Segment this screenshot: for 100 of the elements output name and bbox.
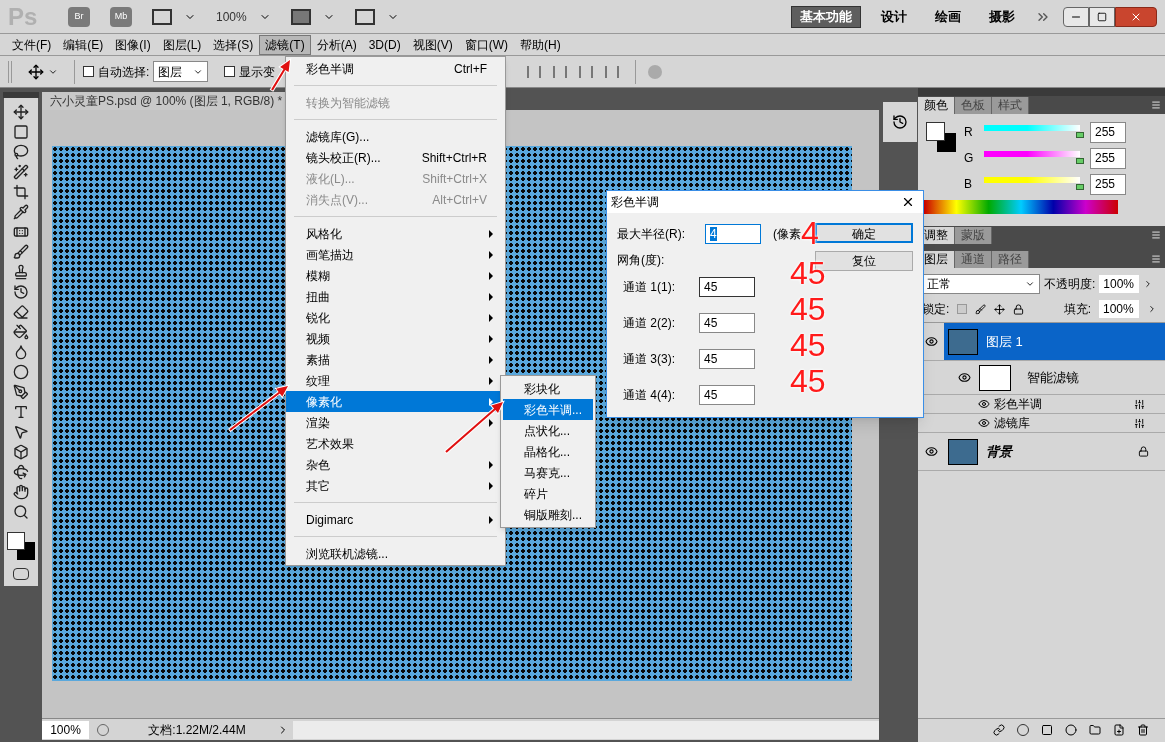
link-layers-icon[interactable] [993, 723, 1005, 736]
visibility-eye-icon[interactable] [958, 371, 971, 384]
angle-input-field[interactable]: 45 [699, 277, 755, 297]
app-launch-button[interactable]: Br [68, 6, 90, 27]
crop-tool-icon[interactable] [13, 184, 29, 200]
menu-bar-item[interactable]: 窗口(W) [458, 34, 514, 55]
bandage-icon[interactable] [13, 224, 29, 240]
color-spectrum-bar[interactable] [924, 200, 1118, 214]
slider-thumb[interactable] [1076, 158, 1084, 164]
panel-options-icon[interactable] [1151, 230, 1161, 240]
menu-item[interactable]: 滤镜库(G)... [286, 126, 505, 147]
layer-row[interactable]: 图层 1 [944, 323, 1165, 360]
align-icon[interactable] [605, 65, 620, 78]
color-swatches-icon[interactable] [7, 532, 35, 560]
workspace-button[interactable]: 基本功能 [791, 5, 861, 28]
zoom-field[interactable]: 100% [42, 720, 89, 739]
panel-tab[interactable]: 路径 [992, 251, 1029, 268]
menu-item[interactable]: 晶格化... [503, 441, 593, 462]
shape-tool-icon[interactable] [13, 444, 29, 460]
quick-mask-icon[interactable] [13, 568, 29, 580]
pointer-icon[interactable] [13, 424, 29, 440]
menu-item[interactable]: 模糊 [286, 265, 505, 286]
channel-value-field[interactable]: 255 [1090, 147, 1126, 169]
move-tool-icon[interactable] [28, 63, 44, 80]
history-brush-icon[interactable] [13, 284, 29, 300]
menu-bar-item[interactable]: 分析(A) [310, 34, 363, 55]
menu-item[interactable]: 扭曲 [286, 286, 505, 307]
color-slider-track[interactable] [982, 125, 1082, 139]
view-extras-icon[interactable] [152, 8, 172, 25]
close-button[interactable] [1115, 6, 1157, 27]
visibility-eye-icon[interactable] [978, 398, 990, 410]
workspace-button[interactable]: 绘画 [927, 5, 969, 28]
marquee-tool-icon[interactable] [13, 124, 29, 140]
menu-bar-item[interactable]: 文件(F) [6, 34, 58, 55]
menu-item[interactable]: 点状化... [503, 420, 593, 441]
visibility-eye-icon[interactable] [924, 445, 938, 458]
menu-item[interactable]: 浏览联机滤镜... [286, 543, 505, 564]
group-folder-icon[interactable] [1089, 723, 1101, 736]
maximize-button[interactable] [1089, 6, 1115, 27]
menu-item[interactable]: 锐化 [286, 307, 505, 328]
opacity-field[interactable]: 100% [1099, 275, 1140, 293]
lasso-tool-icon[interactable] [13, 144, 29, 160]
type-tool-icon[interactable] [13, 404, 29, 420]
panel-tab[interactable]: 通道 [955, 251, 992, 268]
menu-bar-item[interactable]: 帮助(H) [514, 34, 567, 55]
stamp-tool-icon[interactable] [13, 264, 29, 280]
color-slider-track[interactable] [982, 151, 1082, 165]
menu-item[interactable]: 素描 [286, 349, 505, 370]
menu-bar-item[interactable]: 视图(V) [406, 34, 459, 55]
align-icon[interactable] [579, 65, 594, 78]
zoom-level-menu[interactable]: 100% [216, 7, 247, 26]
channel-value-field[interactable]: 255 [1090, 173, 1126, 195]
layer-row[interactable]: 背景 [944, 433, 1165, 470]
menu-item[interactable]: 视频 [286, 328, 505, 349]
align-icon[interactable] [527, 65, 542, 78]
auto-select-dropdown[interactable]: 图层 [153, 61, 209, 82]
history-panel-icon[interactable] [892, 114, 908, 130]
screen-mode-icon[interactable] [354, 8, 375, 25]
magic-wand-icon[interactable] [13, 164, 29, 180]
panel-tab[interactable]: 颜色 [918, 97, 955, 114]
foreground-background-swatch[interactable] [926, 122, 956, 152]
panel-options-icon[interactable] [1151, 100, 1161, 110]
menu-bar-item[interactable]: 3D(D) [362, 34, 407, 55]
horizontal-scrollbar[interactable] [293, 720, 879, 739]
droplet-icon[interactable] [13, 344, 29, 360]
paint-bucket-icon[interactable] [13, 324, 29, 340]
lock-all-icon[interactable] [1013, 303, 1025, 315]
brush-tool-icon[interactable] [13, 244, 29, 260]
checkbox[interactable] [224, 66, 236, 77]
trash-icon[interactable] [1137, 723, 1149, 736]
menu-item[interactable]: 风格化 [286, 223, 505, 244]
panel-tab[interactable]: 色板 [955, 97, 992, 114]
eyedropper-icon[interactable] [13, 204, 29, 220]
checkbox[interactable] [83, 66, 94, 77]
eraser-tool-icon[interactable] [13, 304, 29, 320]
color-slider-track[interactable] [982, 177, 1082, 191]
menu-item[interactable]: 彩色半调 Ctrl+F [286, 58, 505, 79]
menu-bar-item[interactable]: 滤镜(T) [259, 34, 311, 55]
menu-item[interactable]: 铜版雕刻... [503, 504, 593, 525]
rotate-3d-icon[interactable] [13, 464, 29, 480]
move-tool-icon[interactable] [13, 104, 29, 120]
visibility-eye-icon[interactable] [978, 417, 990, 429]
panel-tab[interactable]: 蒙版 [955, 227, 992, 244]
menu-item[interactable]: 马赛克... [503, 462, 593, 483]
align-icon[interactable] [553, 65, 568, 78]
zoom-tool-icon[interactable] [13, 504, 29, 520]
panel-options-icon[interactable] [1151, 254, 1161, 264]
lock-brush-icon[interactable] [975, 303, 987, 315]
menu-bar-item[interactable]: 图层(L) [156, 34, 208, 55]
arrange-documents-icon[interactable] [290, 8, 311, 25]
menu-item[interactable]: 镜头校正(R)... Shift+Ctrl+R [286, 147, 505, 168]
menu-bar-item[interactable]: 编辑(E) [57, 34, 110, 55]
angle-input-field[interactable]: 45 [699, 385, 755, 405]
workspace-button[interactable]: 设计 [873, 5, 915, 28]
menu-item[interactable]: 彩色半调... [503, 399, 593, 420]
visibility-eye-icon[interactable] [924, 335, 938, 348]
slider-thumb[interactable] [1076, 184, 1084, 190]
angle-input-field[interactable]: 45 [699, 313, 755, 333]
new-layer-icon[interactable] [1113, 723, 1125, 736]
circle-tool-icon[interactable] [13, 364, 29, 380]
